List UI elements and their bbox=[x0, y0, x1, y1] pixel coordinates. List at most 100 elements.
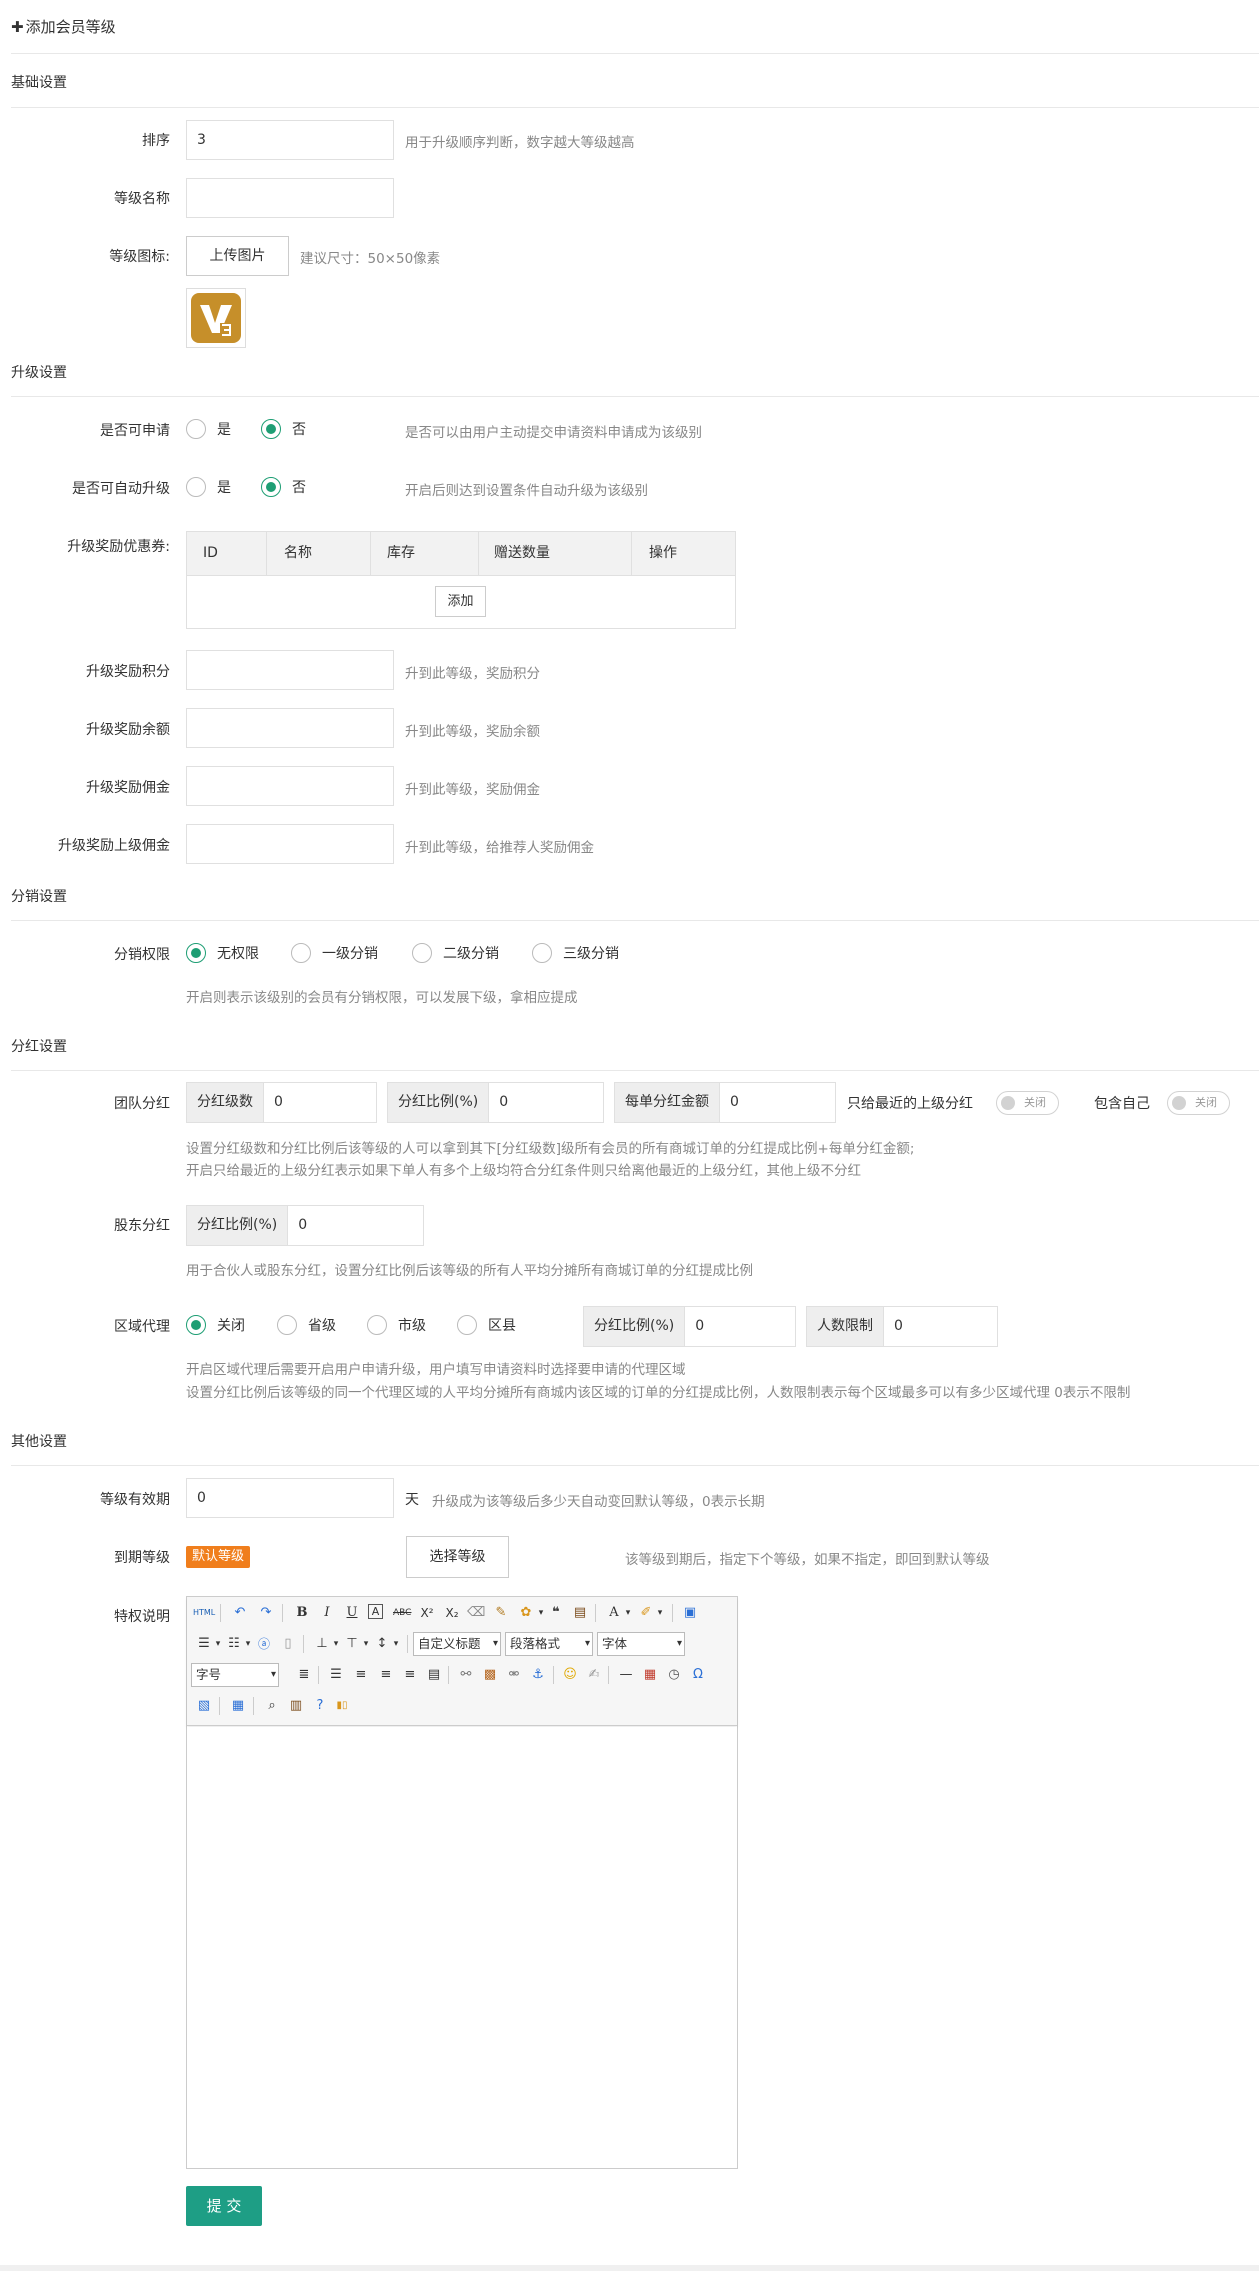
shareholder-ratio-group: 分红比例(%) 0 bbox=[186, 1205, 424, 1246]
auto-upgrade-no-radio[interactable]: 否 bbox=[261, 477, 306, 497]
image-icon[interactable]: ▩ bbox=[481, 1666, 499, 1684]
can-apply-yes-radio[interactable]: 是 bbox=[186, 419, 231, 439]
region-limit-input[interactable]: 0 bbox=[884, 1307, 997, 1346]
chevron-down-icon[interactable]: ▾ bbox=[387, 1635, 405, 1653]
submit-button[interactable]: 提 交 bbox=[186, 2186, 262, 2226]
auto-upgrade-hint: 开启后则达到设置条件自动升级为该级别 bbox=[405, 483, 648, 499]
align-right-icon[interactable]: ≡ bbox=[401, 1666, 419, 1684]
can-apply-label: 是否可申请 bbox=[100, 423, 170, 439]
radio-circle-checked bbox=[186, 943, 206, 963]
subscript-icon[interactable]: X₂ bbox=[443, 1604, 461, 1622]
plus-icon: ✚ bbox=[11, 18, 24, 36]
nearest-parent-switch[interactable]: 关闭 bbox=[996, 1091, 1059, 1115]
unlink-icon[interactable]: ⚮ bbox=[505, 1666, 523, 1684]
anchor-icon[interactable]: ⚓ bbox=[529, 1666, 547, 1684]
font-family-select[interactable]: 字体 bbox=[597, 1632, 685, 1656]
divider bbox=[11, 53, 1259, 54]
select-all-icon[interactable]: ⓐ bbox=[255, 1635, 273, 1653]
underline-icon[interactable]: U bbox=[343, 1604, 361, 1622]
scrawl-icon[interactable]: ✍ bbox=[585, 1666, 603, 1684]
sort-input[interactable]: 3 bbox=[186, 120, 394, 160]
team-ratio-input[interactable]: 0 bbox=[489, 1083, 603, 1122]
distribution-level2-radio[interactable]: 二级分销 bbox=[412, 943, 499, 963]
indent-icon[interactable]: ☰ bbox=[327, 1666, 345, 1684]
distribution-hint: 开启则表示该级别的会员有分销权限，可以发展下级，拿相应提成 bbox=[186, 990, 578, 1006]
level-icon-label: 等级图标: bbox=[109, 249, 170, 265]
region-district-radio[interactable]: 区县 bbox=[457, 1315, 516, 1335]
reward-commission-input[interactable] bbox=[186, 766, 394, 806]
justify-icon[interactable]: ▤ bbox=[425, 1666, 443, 1684]
preview-icon[interactable]: ▣ bbox=[681, 1604, 699, 1622]
upload-image-button[interactable]: 上传图片 bbox=[186, 236, 289, 276]
shareholder-ratio-input[interactable]: 0 bbox=[288, 1206, 423, 1245]
clear-doc-icon[interactable]: ▯ bbox=[279, 1635, 297, 1653]
custom-title-select[interactable]: 自定义标题 bbox=[413, 1632, 501, 1656]
emotion-icon[interactable]: ☺ bbox=[561, 1666, 579, 1684]
italic-icon[interactable]: I bbox=[318, 1604, 336, 1622]
toolbar-separator bbox=[318, 1666, 319, 1684]
toolbar-separator bbox=[253, 1697, 254, 1715]
paste-plain-icon[interactable]: ▤ bbox=[571, 1604, 589, 1622]
align-center-icon[interactable]: ≡ bbox=[377, 1666, 395, 1684]
map-icon[interactable]: ▧ bbox=[195, 1697, 213, 1715]
redo-icon[interactable]: ↷ bbox=[257, 1604, 275, 1622]
add-coupon-button[interactable]: 添加 bbox=[435, 586, 486, 617]
divider bbox=[11, 1070, 1259, 1071]
blockquote-icon[interactable]: ❝ bbox=[547, 1604, 565, 1622]
help-icon[interactable]: ? bbox=[311, 1697, 329, 1715]
reward-balance-hint: 升到此等级，奖励余额 bbox=[405, 724, 540, 740]
chevron-down-icon[interactable]: ▾ bbox=[619, 1604, 637, 1622]
special-char-icon[interactable]: Ω bbox=[689, 1666, 707, 1684]
page-title: ✚ 添加会员等级 bbox=[11, 18, 116, 36]
can-apply-no-radio[interactable]: 否 bbox=[261, 419, 306, 439]
level-name-input[interactable] bbox=[186, 178, 394, 218]
auto-upgrade-yes-radio[interactable]: 是 bbox=[186, 477, 231, 497]
region-city-radio[interactable]: 市级 bbox=[367, 1315, 426, 1335]
paragraph-format-select[interactable]: 段落格式 bbox=[505, 1632, 593, 1656]
html-icon[interactable]: HTML bbox=[193, 1604, 215, 1622]
distribution-level1-radio[interactable]: 一级分销 bbox=[291, 943, 378, 963]
text-direction-icon[interactable]: ≣ bbox=[295, 1666, 313, 1684]
link-icon[interactable]: ⚯ bbox=[457, 1666, 475, 1684]
toolbar-separator bbox=[595, 1604, 596, 1622]
divider bbox=[11, 920, 1259, 921]
strikethrough-icon[interactable]: ABC bbox=[393, 1604, 411, 1622]
table-icon[interactable]: ▦ bbox=[229, 1697, 247, 1715]
region-province-radio[interactable]: 省级 bbox=[277, 1315, 336, 1335]
select-level-button[interactable]: 选择等级 bbox=[406, 1536, 509, 1578]
radio-circle-checked bbox=[186, 1315, 206, 1335]
sort-hint: 用于升级顺序判断，数字越大等级越高 bbox=[405, 135, 635, 151]
reward-parent-commission-input[interactable] bbox=[186, 824, 394, 864]
format-match-icon[interactable]: ✎ bbox=[492, 1604, 510, 1622]
chevron-down-icon[interactable]: ▾ bbox=[651, 1604, 669, 1622]
chart-icon[interactable]: ▮▯ bbox=[333, 1697, 351, 1715]
level-icon-preview[interactable] bbox=[186, 288, 246, 348]
valid-period-input[interactable]: 0 bbox=[186, 1478, 394, 1518]
region-ratio-input[interactable]: 0 bbox=[685, 1307, 795, 1346]
distribution-none-radio[interactable]: 无权限 bbox=[186, 943, 259, 963]
font-size-select[interactable]: 字号 bbox=[191, 1663, 279, 1687]
reward-points-hint: 升到此等级，奖励积分 bbox=[405, 666, 540, 682]
time-icon[interactable]: ◷ bbox=[665, 1666, 683, 1684]
expire-level-label: 到期等级 bbox=[114, 1550, 170, 1566]
column-divider bbox=[631, 532, 632, 575]
distribution-level3-radio[interactable]: 三级分销 bbox=[532, 943, 619, 963]
font-border-icon[interactable]: A bbox=[368, 1604, 383, 1619]
align-left-icon[interactable]: ≡ bbox=[352, 1666, 370, 1684]
editor-content-area[interactable] bbox=[187, 1727, 737, 2168]
include-self-switch[interactable]: 关闭 bbox=[1167, 1091, 1230, 1115]
superscript-icon[interactable]: X² bbox=[418, 1604, 436, 1622]
template-icon[interactable]: ▥ bbox=[287, 1697, 305, 1715]
team-amount-input[interactable]: 0 bbox=[720, 1083, 835, 1122]
remove-format-icon[interactable]: ⌫ bbox=[467, 1604, 485, 1622]
region-close-radio[interactable]: 关闭 bbox=[186, 1315, 245, 1335]
search-replace-icon[interactable]: ⌕ bbox=[263, 1697, 281, 1715]
date-icon[interactable]: ▦ bbox=[641, 1666, 659, 1684]
toolbar-separator bbox=[608, 1666, 609, 1684]
bold-icon[interactable]: B bbox=[293, 1604, 311, 1622]
reward-points-input[interactable] bbox=[186, 650, 394, 690]
horizontal-rule-icon[interactable]: — bbox=[617, 1666, 635, 1684]
reward-balance-input[interactable] bbox=[186, 708, 394, 748]
team-level-input[interactable]: 0 bbox=[264, 1083, 376, 1122]
undo-icon[interactable]: ↶ bbox=[231, 1604, 249, 1622]
